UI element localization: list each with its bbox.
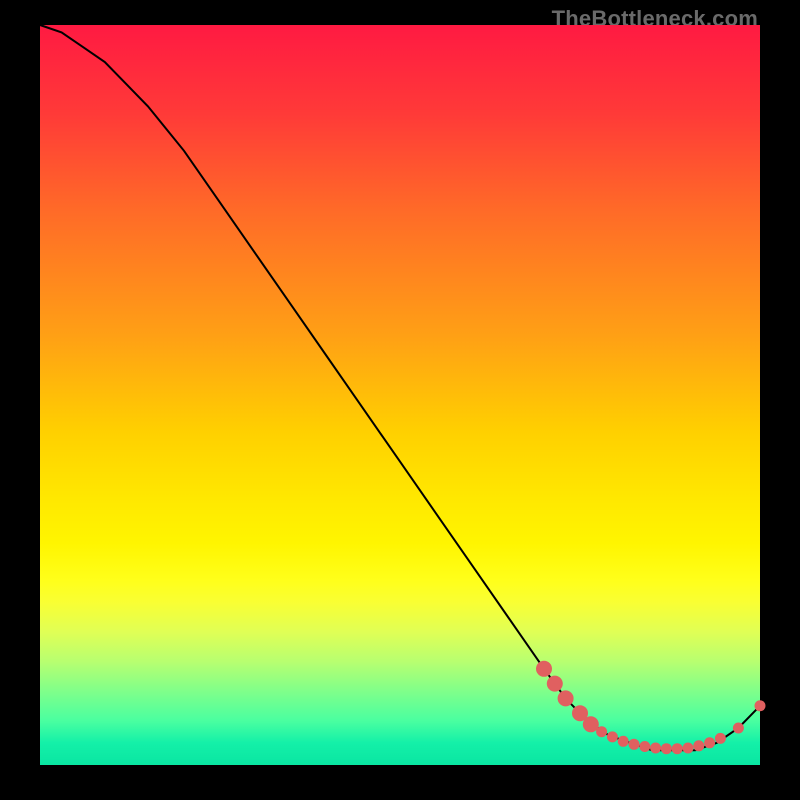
- marker-dot: [618, 736, 629, 747]
- marker-dot: [596, 726, 607, 737]
- marker-dot: [683, 743, 694, 754]
- curve-svg: [40, 25, 760, 765]
- marker-dot: [672, 743, 683, 754]
- plot-area: [40, 25, 760, 765]
- marker-dot: [733, 723, 744, 734]
- marker-dot: [715, 733, 726, 744]
- marker-dot: [558, 690, 574, 706]
- marker-dot: [536, 661, 552, 677]
- marker-dot: [583, 716, 599, 732]
- marker-dot: [693, 740, 704, 751]
- marker-dot: [704, 737, 715, 748]
- marker-dot: [639, 741, 650, 752]
- marker-dot: [607, 731, 618, 742]
- marker-dot: [755, 700, 766, 711]
- marker-dot: [547, 676, 563, 692]
- marker-dot: [629, 739, 640, 750]
- marker-dot: [650, 743, 661, 754]
- marker-dot: [661, 743, 672, 754]
- bottleneck-curve: [40, 25, 760, 750]
- chart-stage: TheBottleneck.com: [0, 0, 800, 800]
- marker-group: [536, 661, 766, 754]
